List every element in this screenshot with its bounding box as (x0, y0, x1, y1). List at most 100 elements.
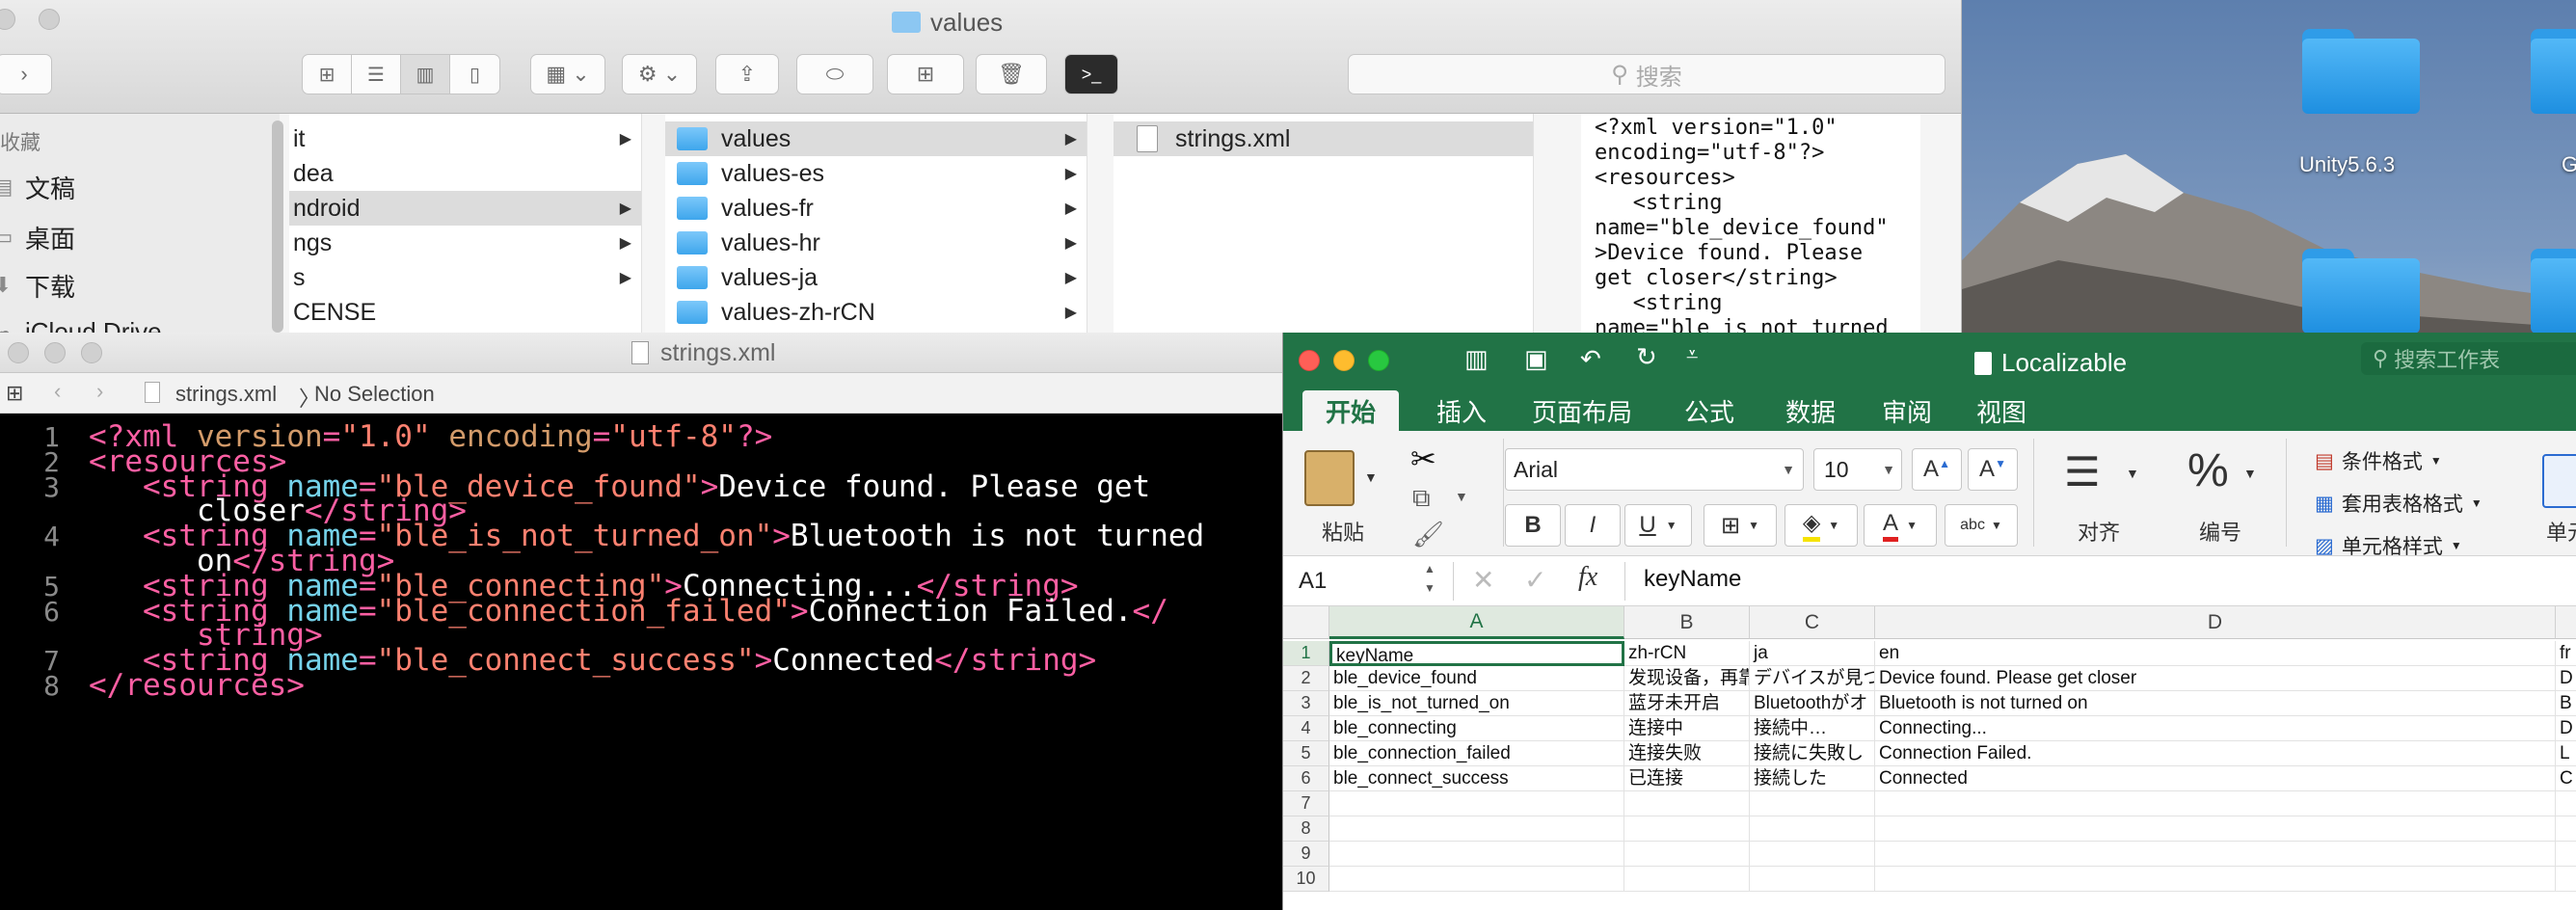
grid-cell[interactable] (1624, 791, 1750, 816)
row-header[interactable]: 10 (1283, 867, 1329, 892)
action-button[interactable]: ⚙ ⌄ (622, 54, 697, 94)
formula-input[interactable]: keyName (1644, 566, 1741, 593)
cell-label[interactable]: 单元 (2546, 516, 2576, 547)
undo-icon[interactable]: ↶ (1580, 344, 1601, 374)
save-icon[interactable]: ▣ (1524, 344, 1548, 374)
search-input[interactable]: ⚲ 搜索 (1348, 54, 1945, 94)
conditional-format-button[interactable]: ▤ 条件格式 ▼ (2315, 446, 2442, 475)
grid-cell[interactable] (1750, 842, 1875, 867)
jump-bar-file[interactable]: strings.xml (175, 382, 277, 407)
grid-cell[interactable] (1329, 816, 1624, 842)
grid-cell[interactable]: 蓝牙未开启 (1624, 691, 1750, 716)
redo-icon[interactable]: ↻ (1636, 342, 1657, 372)
ribbon-tab[interactable]: 公式 (1669, 390, 1750, 431)
grid-cell[interactable]: Connection Failed. (1875, 741, 2556, 766)
grid-cell[interactable] (2556, 842, 2576, 867)
grid-cell[interactable]: 接続に失敗し (1750, 741, 1875, 766)
bold-button[interactable]: B (1505, 504, 1561, 547)
fill-color-button[interactable]: ◈ ▼ (1784, 504, 1858, 547)
grid-cell[interactable] (1624, 842, 1750, 867)
grid-cell[interactable] (1329, 867, 1624, 892)
grid-cell[interactable]: zh-rCN (1624, 641, 1750, 666)
list-view-icon[interactable]: ☰ (352, 55, 401, 94)
cells-icon[interactable] (2542, 454, 2576, 508)
chevron-up-icon[interactable]: ▲ (1424, 562, 1436, 575)
grid-cell[interactable]: ble_connecting (1329, 716, 1624, 741)
forward-button[interactable]: › (0, 54, 52, 94)
grid-cell[interactable]: ble_device_found (1329, 666, 1624, 691)
grid-cell[interactable] (1875, 816, 2556, 842)
copy-icon[interactable]: ⧉ (1412, 483, 1431, 514)
grid-cell[interactable]: ble_connect_success (1329, 766, 1624, 791)
row-header[interactable]: 2 (1283, 666, 1329, 691)
scissors-icon[interactable]: ✂ (1410, 441, 1436, 477)
phonetic-button[interactable]: abc ▼ (1945, 504, 2018, 547)
grid-cell[interactable] (1875, 867, 2556, 892)
grid-cell[interactable]: ble_is_not_turned_on (1329, 691, 1624, 716)
icon-view-icon[interactable]: ⊞ (303, 55, 352, 94)
confirm-icon[interactable]: ✓ (1524, 564, 1546, 596)
grid-cell[interactable]: C (2556, 766, 2576, 791)
grid-cell[interactable]: B (2556, 691, 2576, 716)
sidebar-scrollbar[interactable] (272, 120, 283, 333)
share-button[interactable]: ⇪ (715, 54, 779, 94)
code-editor[interactable]: 1 <?xml version="1.0" encoding="utf-8"?> 2… (0, 414, 1282, 910)
grid-cell[interactable]: 接続した (1750, 766, 1875, 791)
grid-cell[interactable]: 连接失败 (1624, 741, 1750, 766)
row-header[interactable]: 1 (1283, 641, 1329, 666)
row-header[interactable]: 6 (1283, 766, 1329, 791)
folder-item[interactable]: values-zh-rCN ▶ (665, 295, 1087, 330)
select-all-corner[interactable] (1283, 606, 1329, 639)
minimize-button[interactable] (1333, 350, 1355, 371)
gallery-view-icon[interactable]: ▯ (450, 55, 499, 94)
zoom-button[interactable] (81, 342, 102, 363)
spreadsheet-grid[interactable]: A B C D 1 keyName zh-rCN ja en fr 2 ble_device_foun… (1283, 606, 2576, 910)
folder-item[interactable]: ngs ▶ (289, 226, 641, 260)
close-button[interactable] (1299, 350, 1320, 371)
column-header[interactable]: D (1875, 606, 2556, 639)
chevron-down-icon[interactable]: ▼ (2126, 466, 2139, 481)
percent-icon[interactable]: % (2187, 444, 2229, 497)
align-icon[interactable]: ☰ (2064, 448, 2101, 495)
grid-cell[interactable] (1329, 791, 1624, 816)
format-painter-icon[interactable]: 🖌 (1412, 520, 1444, 549)
grid-cell[interactable]: L (2556, 741, 2576, 766)
folder-item[interactable]: values ▶ (665, 121, 1087, 156)
grid-cell[interactable]: Bluetooth is not turned on (1875, 691, 2556, 716)
back-arrow-icon[interactable]: ‹ (54, 379, 61, 404)
sidebar-item-icloud[interactable]: ☁ iCloud Drive (0, 312, 162, 334)
minimize-button[interactable] (39, 9, 60, 30)
grid-cell[interactable]: fr (2556, 641, 2576, 666)
function-icon[interactable]: fx (1578, 562, 1597, 593)
ribbon-tab[interactable]: 数据 (1771, 390, 1850, 431)
grid-cell[interactable]: D (2556, 716, 2576, 741)
jump-bar-selection[interactable]: No Selection (314, 382, 435, 407)
grid-cell[interactable]: Bluetoothがオ (1750, 691, 1875, 716)
font-color-button[interactable]: A ▼ (1864, 504, 1937, 547)
related-items-icon[interactable]: ⊞ (6, 381, 23, 406)
sidebar-item-documents[interactable]: ▤ 文稿 (0, 168, 75, 206)
grid-cell[interactable] (1329, 842, 1624, 867)
folder-item[interactable]: CENSE (289, 295, 641, 330)
italic-button[interactable]: I (1565, 504, 1621, 547)
ribbon-tab[interactable]: 插入 (1418, 390, 1505, 431)
grid-cell[interactable]: en (1875, 641, 2556, 666)
delete-button[interactable]: 🗑 (976, 54, 1047, 94)
close-button[interactable] (0, 9, 15, 30)
row-header[interactable]: 3 (1283, 691, 1329, 716)
ribbon-tab[interactable]: 开始 (1302, 390, 1399, 431)
terminal-button[interactable]: >_ (1064, 54, 1118, 94)
minimize-button[interactable] (44, 342, 66, 363)
font-size-select[interactable]: 10 ▼ (1813, 448, 1902, 491)
grid-cell[interactable]: Connected (1875, 766, 2556, 791)
group-button[interactable]: ▦ ⌄ (530, 54, 605, 94)
column-header[interactable]: B (1624, 606, 1750, 639)
grid-cell[interactable] (1624, 816, 1750, 842)
decrease-font-button[interactable]: A▼ (1968, 448, 2018, 491)
underline-button[interactable]: U ▼ (1624, 504, 1692, 547)
zoom-button[interactable] (1368, 350, 1389, 371)
chevron-down-icon[interactable]: ▼ (2243, 466, 2257, 481)
grid-cell[interactable]: デバイスが見つ (1750, 666, 1875, 691)
folder-icon[interactable] (2531, 29, 2576, 114)
grid-cell[interactable] (2556, 867, 2576, 892)
